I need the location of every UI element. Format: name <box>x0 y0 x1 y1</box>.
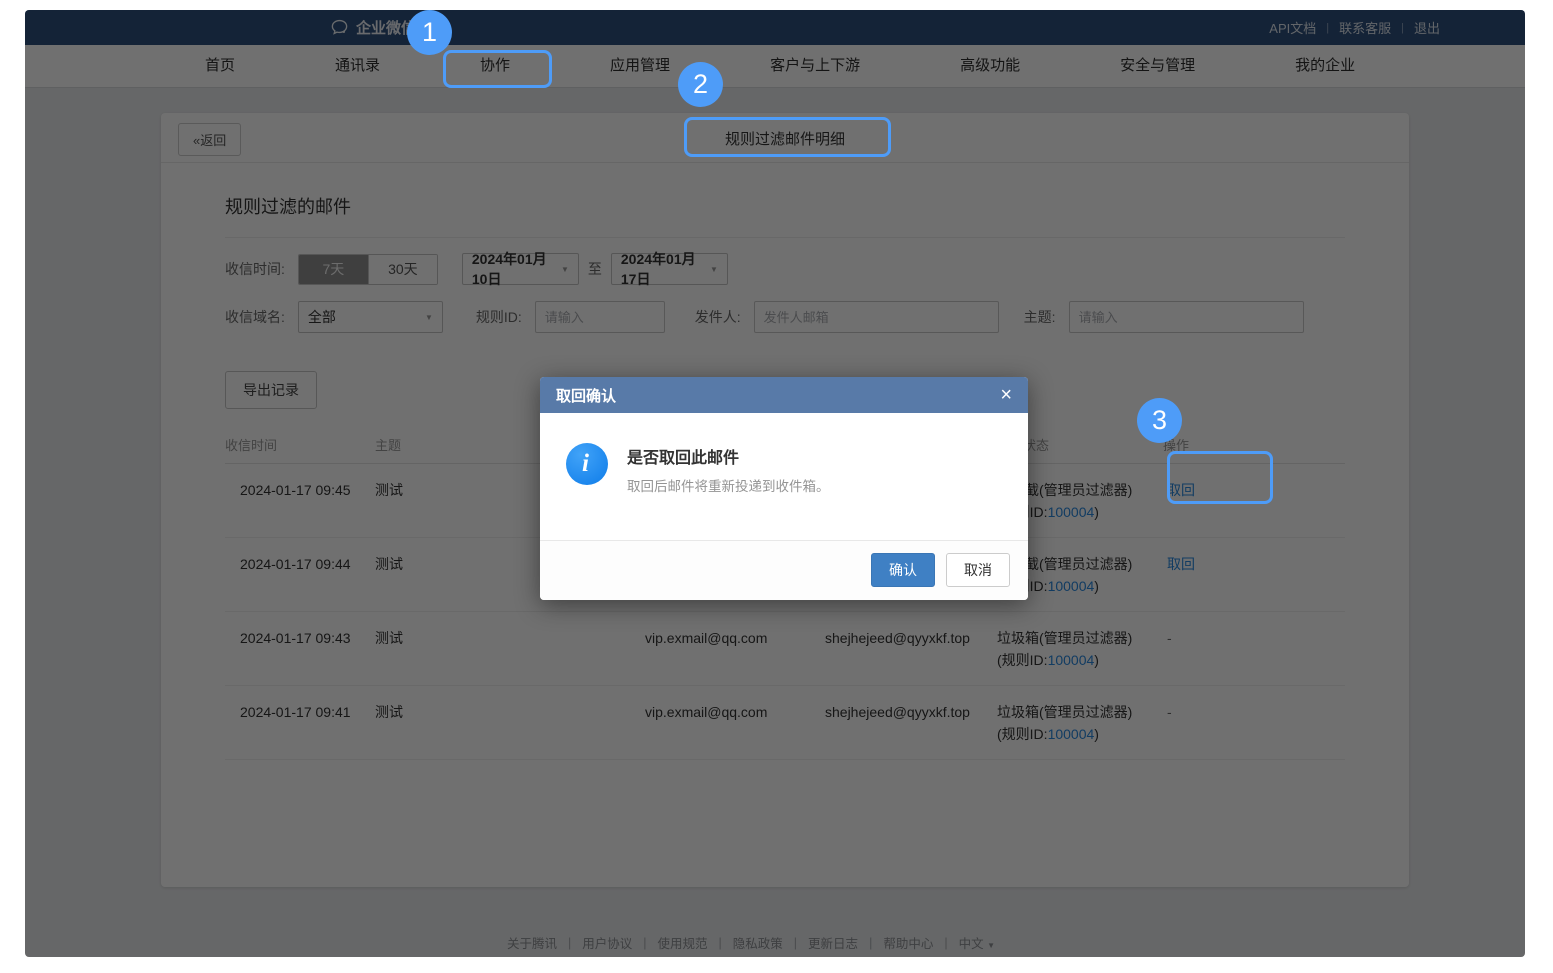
step-badge-1: 1 <box>407 10 452 55</box>
step-badge-2: 2 <box>678 62 723 107</box>
dialog-message-title: 是否取回此邮件 <box>627 444 830 468</box>
dialog-title: 取回确认 <box>556 385 616 406</box>
highlight-box-retrieve-link <box>1167 451 1273 504</box>
confirm-button[interactable]: 确认 <box>871 553 935 587</box>
close-icon[interactable]: × <box>1000 385 1012 405</box>
retrieve-confirm-dialog: 取回确认 × i 是否取回此邮件 取回后邮件将重新投递到收件箱。 确认 取消 <box>540 377 1028 600</box>
dialog-header: 取回确认 × <box>540 377 1028 413</box>
dialog-body: i 是否取回此邮件 取回后邮件将重新投递到收件箱。 <box>540 413 1028 540</box>
dialog-message: 是否取回此邮件 取回后邮件将重新投递到收件箱。 <box>627 443 830 530</box>
step-badge-3: 3 <box>1137 398 1182 443</box>
dialog-footer: 确认 取消 <box>540 540 1028 600</box>
cancel-button[interactable]: 取消 <box>946 553 1010 587</box>
info-icon: i <box>566 443 608 485</box>
dialog-message-desc: 取回后邮件将重新投递到收件箱。 <box>627 475 830 495</box>
screenshot-frame: 企业微信 API文档 | 联系客服 | 退出 首页 通讯录 协作 应用管理 客户… <box>25 10 1525 957</box>
highlight-box-collaboration-tab <box>443 50 552 88</box>
highlight-box-page-title <box>684 117 891 157</box>
